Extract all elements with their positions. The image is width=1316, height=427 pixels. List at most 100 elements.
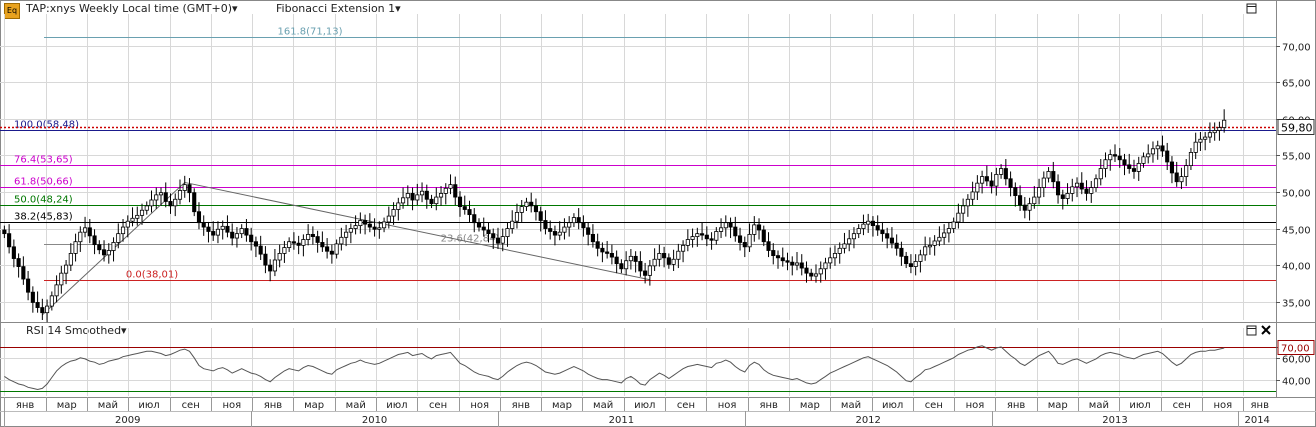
candle-body [709, 238, 714, 241]
candle-body [234, 233, 240, 239]
candle-body [206, 226, 211, 232]
fib-level-label: 100.0(58,48) [14, 120, 79, 131]
month-label: ноя [470, 400, 489, 411]
candle-body [1065, 193, 1070, 199]
candle-body [410, 193, 415, 201]
candle-body [16, 258, 21, 267]
chart-canvas: янв мар май июл сен ноя янв мар май июл сен ноя янв м… [0, 0, 1316, 427]
candle-body [880, 229, 885, 235]
candle-body [908, 263, 913, 267]
candle-body [173, 198, 178, 207]
candle-body [980, 176, 985, 184]
candle-body [628, 255, 633, 262]
candle-body [1117, 155, 1122, 161]
candle-body [168, 201, 173, 207]
candle-body [92, 235, 97, 246]
year-label: 2012 [855, 415, 880, 426]
candle-body [624, 260, 629, 270]
candle-body [714, 231, 719, 241]
candle-body [135, 214, 140, 219]
candle-body [937, 236, 942, 242]
candle-body [856, 228, 861, 235]
candle-body [899, 247, 904, 257]
rsi-overbought-label: 70,00 [1281, 344, 1310, 355]
candle-body [1027, 203, 1032, 211]
fib-level-label: 61.8(50,66) [14, 177, 73, 188]
candle-body [533, 205, 539, 213]
candle-body [780, 257, 785, 262]
month-label: май [1089, 400, 1109, 411]
month-label: сен [677, 400, 695, 411]
candle-body [718, 227, 724, 232]
candle-body [1207, 132, 1212, 138]
month-label: янв [512, 400, 531, 411]
candle-body [946, 228, 951, 234]
candle-body [794, 262, 800, 266]
candle-body [923, 246, 928, 256]
candle-body [348, 228, 353, 233]
candle-body [1146, 153, 1151, 158]
month-label: ноя [718, 400, 737, 411]
candle-body [476, 222, 482, 228]
month-label: сен [1173, 400, 1191, 411]
candle-body [586, 227, 591, 235]
candle-body [790, 261, 795, 266]
candle-body [163, 192, 168, 202]
candle-body [756, 224, 762, 231]
month-label: май [841, 400, 861, 411]
candle-body [818, 268, 823, 275]
price-tick-label: 50,00 [1282, 189, 1311, 200]
candle-body [1022, 204, 1027, 211]
candle-body [429, 198, 434, 205]
candle-body [462, 206, 467, 210]
candle-body [443, 187, 448, 194]
candle-body [1046, 171, 1051, 179]
candle-body [182, 184, 187, 191]
candle-body [866, 220, 871, 225]
candle-body [106, 250, 111, 256]
price-label: 59,80 [1281, 122, 1313, 135]
candle-body [1155, 145, 1160, 150]
candle-body [120, 226, 126, 235]
price-tick-label: 70,00 [1282, 43, 1311, 54]
candle-body [215, 228, 221, 236]
candle-body [609, 253, 614, 258]
candle-body [272, 259, 277, 272]
month-label: июл [138, 400, 159, 411]
month-label: сен [429, 400, 447, 411]
candle-body [1169, 161, 1175, 174]
fib-level-label: 0.0(38,01) [126, 270, 178, 281]
candle-body [45, 305, 50, 314]
candle-body [505, 228, 510, 237]
candle-body [334, 243, 339, 255]
candle-body [1217, 127, 1222, 131]
candle-body [927, 244, 932, 248]
candle-body [657, 253, 662, 260]
candle-body [220, 225, 225, 230]
candle-body [984, 176, 989, 182]
fib-level-label: 38.2(45,83) [14, 212, 73, 223]
candle-body [752, 224, 757, 235]
price-pane-maximize-icon[interactable] [1246, 3, 1257, 14]
candle-body [448, 184, 453, 189]
candle-body [40, 307, 45, 314]
candle-body [690, 236, 695, 240]
candle-body [97, 244, 102, 251]
candle-body [1188, 152, 1194, 167]
month-label: янв [1007, 400, 1026, 411]
candle-body [211, 231, 216, 236]
candle-body [1150, 148, 1156, 155]
fib-level-label: 50.0(48,24) [14, 195, 73, 206]
candle-body [35, 302, 40, 308]
candle-body [481, 226, 486, 231]
month-label: июл [386, 400, 407, 411]
rsi-pane-close-icon[interactable] [1261, 325, 1271, 335]
candle-body [434, 196, 439, 205]
rsi-pane-maximize-icon[interactable] [1246, 325, 1257, 336]
candle-body [771, 250, 776, 257]
candle-body [230, 231, 235, 239]
candle-body [956, 212, 961, 223]
candle-body [325, 246, 330, 252]
candle-body [73, 241, 78, 254]
candle-body [994, 173, 999, 187]
